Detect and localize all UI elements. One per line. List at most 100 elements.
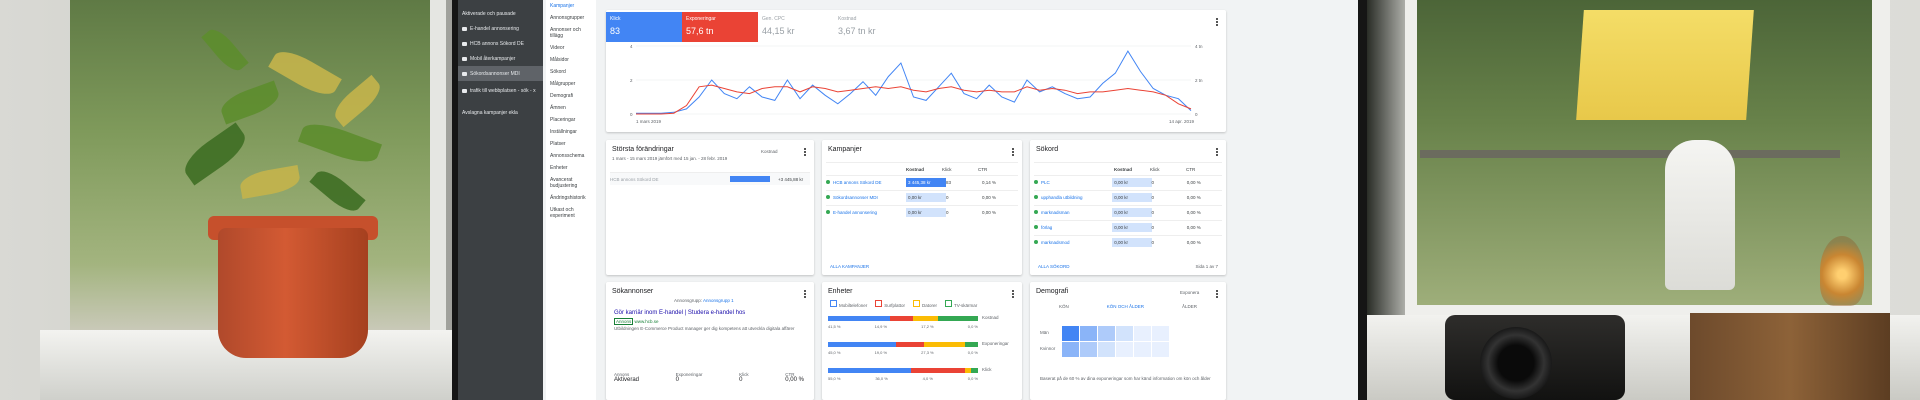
device-bar-segment bbox=[924, 342, 965, 347]
more-menu-icon[interactable] bbox=[804, 148, 806, 156]
sidebar-footer[interactable]: Avslagna kampanjer ekla bbox=[458, 105, 543, 120]
campaigns-card: Kampanjer Kostnad Klick CTR HCB annons Söko… bbox=[822, 140, 1022, 275]
more-menu-icon[interactable] bbox=[1012, 290, 1014, 298]
y-tick-right: 4 tn bbox=[1195, 44, 1203, 49]
status-dot-icon bbox=[826, 179, 830, 184]
performance-chart: 44 tn2 2 tn0 01 mars 2019 14 apr. 2019 bbox=[630, 44, 1203, 124]
view-all-link[interactable]: ALLA KAMPANJER bbox=[830, 264, 869, 269]
nav-item[interactable]: Annonsgrupper bbox=[546, 12, 596, 24]
metric-clicks[interactable]: Klick 83 bbox=[606, 12, 682, 42]
balcony-railing bbox=[1420, 150, 1840, 158]
ad-stat: Annons Aktiverad bbox=[614, 372, 640, 383]
nav-item[interactable]: Platser bbox=[546, 138, 596, 150]
device-bar-segment bbox=[912, 316, 939, 321]
pagination[interactable]: Sida 1 av 7 bbox=[1195, 264, 1218, 269]
display-campaign-icon bbox=[462, 89, 467, 93]
column-header[interactable]: CTR bbox=[1186, 167, 1222, 172]
table-header: Kostnad Klick CTR bbox=[1034, 162, 1222, 175]
table-row[interactable]: PLC 0,00 kr 0 0,00 % bbox=[1034, 175, 1222, 188]
heatmap-cell bbox=[1116, 342, 1133, 357]
device-bar-segment bbox=[828, 368, 911, 373]
series-line-0 bbox=[636, 50, 1192, 114]
sidebar-item-3[interactable]: Sökordsannonser MDI bbox=[458, 66, 543, 81]
nav-item[interactable]: Målgrupper bbox=[546, 78, 596, 90]
display-campaign-icon bbox=[462, 56, 467, 61]
sidebar-item-2[interactable]: Mobil återkampanjer bbox=[458, 51, 543, 66]
device-bar-segment bbox=[938, 316, 978, 321]
table-row[interactable]: E-handel annonsering 0,00 kr 0 0,00 % bbox=[826, 205, 1018, 218]
status-dot-icon bbox=[1034, 209, 1038, 214]
column-header[interactable]: Kostnad bbox=[1114, 167, 1150, 172]
nav-item[interactable]: Avancerat budjustering bbox=[546, 174, 596, 192]
tab-gender-age[interactable]: KÖN OCH ÅLDER bbox=[1107, 304, 1144, 309]
table-row[interactable]: förlag 0,00 kr 0 0,00 % bbox=[1034, 220, 1222, 233]
device-metric-select[interactable]: Klick bbox=[982, 367, 992, 372]
search-ads-card: Sökannonser Annonsgrupp: Annonsgrupp 1 G… bbox=[606, 282, 814, 400]
table-row[interactable]: marknadsman 0,00 kr 0 0,00 % bbox=[1034, 205, 1222, 218]
device-bar-segment bbox=[964, 342, 978, 347]
white-lantern bbox=[1665, 140, 1735, 290]
x-start-label: 1 mars 2019 bbox=[636, 119, 662, 124]
table-row[interactable]: HCB annons Sökord DE 3 445,38 kr 83 0,14 % bbox=[826, 175, 1018, 188]
more-menu-icon[interactable] bbox=[1216, 18, 1218, 26]
light-bulb-icon bbox=[1820, 236, 1864, 306]
metric-avg-cpc[interactable]: Gen. CPC 44,15 kr bbox=[758, 12, 834, 42]
device-bar-segment bbox=[895, 342, 924, 347]
heatmap-cell bbox=[1080, 342, 1097, 357]
status-dot-icon bbox=[826, 209, 830, 214]
nav-item[interactable]: Annonsschema bbox=[546, 150, 596, 162]
column-header[interactable]: Klick bbox=[942, 167, 978, 172]
keywords-card: Sökord Kostnad Klick CTR PLC 0,00 kr 0 0,00 % u… bbox=[1030, 140, 1226, 275]
nav-item[interactable]: Utkast och experiment bbox=[546, 204, 596, 222]
device-bar-segment bbox=[828, 342, 896, 347]
device-metric-select[interactable]: Exponeringar bbox=[982, 341, 1009, 346]
change-row[interactable]: HCB annons Sökord DE +3 445,88 kr bbox=[610, 172, 810, 185]
devices-card: Enheter Mobiltelefoner Surfplattor Datorer… bbox=[822, 282, 1022, 400]
nav-item[interactable]: Kampanjer bbox=[546, 0, 596, 12]
nav-item[interactable]: Ämnen bbox=[546, 102, 596, 114]
tab-age[interactable]: ÅLDER bbox=[1182, 304, 1197, 309]
nav-item[interactable]: Placeringar bbox=[546, 114, 596, 126]
column-header[interactable]: Klick bbox=[1150, 167, 1186, 172]
yellow-cloth bbox=[1576, 10, 1754, 120]
nav-item[interactable]: Inställningar bbox=[546, 126, 596, 138]
y-tick-left: 0 bbox=[630, 112, 633, 117]
tab-gender[interactable]: KÖN bbox=[1059, 304, 1069, 309]
table-row[interactable]: Sökordsannonser MDI 0,00 kr 0 0,00 % bbox=[826, 190, 1018, 203]
column-header[interactable]: CTR bbox=[978, 167, 1014, 172]
sidebar-item-4[interactable]: trafik till webbplatsen - sök - x bbox=[458, 81, 543, 101]
y-tick-right: 2 tn bbox=[1195, 78, 1203, 83]
more-menu-icon[interactable] bbox=[1012, 148, 1014, 156]
nav-item[interactable]: Målsidor bbox=[546, 54, 596, 66]
demo-tabs: KÖN KÖN OCH ÅLDER ÅLDER bbox=[1040, 304, 1216, 309]
camera-lens bbox=[1480, 327, 1552, 399]
nav-item[interactable]: Demografi bbox=[546, 90, 596, 102]
metric-select[interactable]: Kostnad bbox=[761, 149, 778, 154]
demo-metric-select[interactable]: Exponera bbox=[1180, 290, 1199, 295]
ad-headline[interactable]: Gör karriär inom E-handel | Studera e-ha… bbox=[614, 310, 804, 316]
ad-stat: CTR 0,00 % bbox=[785, 372, 804, 383]
nav-item[interactable]: Enheter bbox=[546, 162, 596, 174]
table-row[interactable]: marknadsmod 0,00 kr 0 0,00 % bbox=[1034, 235, 1222, 248]
metric-impressions[interactable]: Exponeringar 57,6 tn bbox=[682, 12, 758, 42]
more-menu-icon[interactable] bbox=[1216, 290, 1218, 298]
nav-item[interactable]: Sökord bbox=[546, 66, 596, 78]
more-menu-icon[interactable] bbox=[1216, 148, 1218, 156]
more-menu-icon[interactable] bbox=[804, 290, 806, 298]
nav-item[interactable]: Ändringshistorik bbox=[546, 192, 596, 204]
sidebar-item-1[interactable]: HCB annons Sökord DE bbox=[458, 36, 543, 51]
device-metric-select[interactable]: Kostnad bbox=[982, 315, 999, 320]
column-header[interactable]: Kostnad bbox=[906, 167, 942, 172]
heatmap-cell bbox=[1098, 342, 1115, 357]
nav-item[interactable]: Annonser och tillägg bbox=[546, 24, 596, 42]
change-bar bbox=[730, 176, 770, 182]
sidebar-item-0[interactable]: E-handel annonsering bbox=[458, 21, 543, 36]
view-all-link[interactable]: ALLA SÖKORD bbox=[1038, 264, 1070, 269]
ad-group-link[interactable]: Annonsgrupp 1 bbox=[703, 298, 734, 303]
demographics-card: Demografi Exponera KÖN KÖN OCH ÅLDER ÅLD… bbox=[1030, 282, 1226, 400]
nav-item[interactable]: Videor bbox=[546, 42, 596, 54]
table-row[interactable]: upphandla utbildning 0,00 kr 0 0,00 % bbox=[1034, 190, 1222, 203]
metric-cost[interactable]: Kostnad 3,67 tn kr bbox=[834, 12, 910, 42]
device-bar-segment bbox=[970, 368, 978, 373]
device-bar-segment bbox=[910, 368, 965, 373]
